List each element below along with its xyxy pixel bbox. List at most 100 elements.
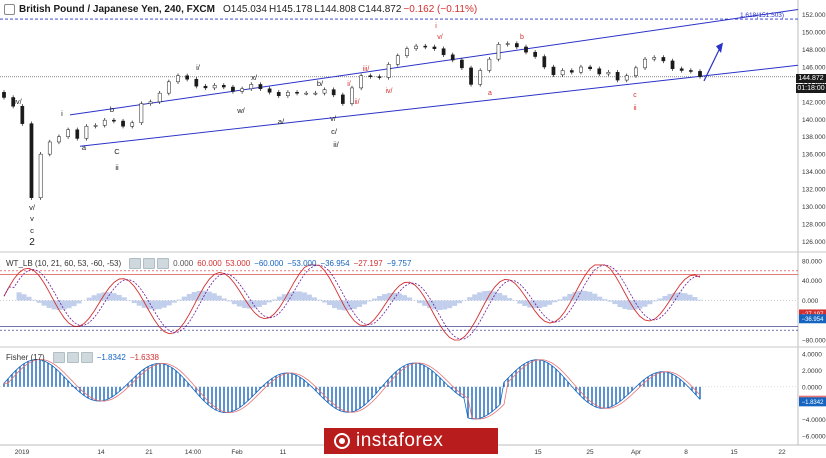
fib-label: 1.618(151.503) bbox=[740, 12, 784, 19]
indicator2-tools[interactable] bbox=[52, 352, 93, 363]
wave-label-black: C bbox=[114, 147, 120, 156]
candle-body bbox=[75, 129, 80, 139]
wave-label-black: c/ bbox=[331, 127, 338, 136]
ind1-histogram-bar bbox=[477, 292, 483, 301]
candle-body bbox=[368, 75, 373, 77]
ind1-histogram-bar bbox=[467, 297, 473, 301]
wave-label-red: b bbox=[520, 34, 524, 41]
ind1-histogram-bar bbox=[377, 295, 383, 301]
ind1-histogram-bar bbox=[517, 300, 523, 304]
ind1-axis-label: 80.000 bbox=[802, 258, 822, 265]
candle-body bbox=[249, 84, 254, 90]
ind1-histogram-bar bbox=[602, 299, 608, 301]
ind1-histogram-bar bbox=[116, 294, 122, 301]
candle-body bbox=[551, 66, 556, 76]
chart-header: British Pound / Japanese Yen, 240, FXCM … bbox=[4, 0, 477, 18]
ind1-histogram-bar bbox=[607, 300, 613, 302]
ind1-histogram-bar bbox=[31, 299, 37, 301]
ind1-histogram-bar bbox=[311, 297, 317, 301]
symbol-title[interactable]: British Pound / Japanese Yen, 240, FXCM bbox=[19, 4, 215, 15]
ind1-histogram-bar bbox=[121, 297, 127, 301]
wave-label-red: ii/ bbox=[354, 99, 359, 106]
ind1-histogram-bar bbox=[106, 292, 112, 301]
candle-body bbox=[322, 89, 327, 94]
ind1-histogram-bar bbox=[296, 291, 302, 301]
ind1-histogram-bar bbox=[251, 300, 257, 309]
candle-body bbox=[634, 67, 638, 76]
ind1-v1: 60.000 bbox=[197, 259, 222, 268]
candle-body bbox=[560, 70, 565, 76]
time-tick-label: 21 bbox=[145, 449, 153, 456]
ind1-histogram-bar bbox=[166, 300, 172, 306]
wave-label-black: v/ bbox=[330, 114, 337, 123]
ind1-histogram-bar bbox=[56, 300, 62, 311]
eye-icon bbox=[52, 352, 65, 363]
candle-body bbox=[29, 123, 34, 198]
ind1-v7: −9.757 bbox=[386, 259, 412, 268]
ind1-histogram-bar bbox=[482, 291, 488, 301]
wave-label-black: 2 bbox=[29, 237, 35, 248]
ind1-histogram-bar bbox=[597, 296, 603, 301]
ind1-histogram-bar bbox=[66, 300, 72, 309]
ind1-histogram-bar bbox=[472, 294, 478, 301]
candle-body bbox=[597, 68, 602, 75]
ind1-histogram-bar bbox=[36, 300, 42, 303]
indicator2-header: Fisher (17) −1.8342 −1.6338 bbox=[6, 352, 159, 363]
ind1-histogram-bar bbox=[582, 290, 588, 301]
ind1-histogram-bar bbox=[432, 300, 438, 310]
ind1-histogram-bar bbox=[417, 300, 423, 304]
ind1-v6: −27.197 bbox=[353, 259, 383, 268]
symbol-toggle-icon[interactable] bbox=[4, 3, 15, 15]
candle-body bbox=[157, 92, 162, 103]
price-tick-label: 146.000 bbox=[802, 65, 826, 72]
settings-icon bbox=[143, 258, 156, 269]
wave-label-red: a bbox=[488, 90, 492, 97]
price-tick-label: 150.000 bbox=[802, 30, 826, 37]
candle-body bbox=[66, 129, 70, 137]
candle-body bbox=[514, 43, 519, 48]
ind1-histogram-bar bbox=[542, 300, 548, 307]
indicator2-name[interactable]: Fisher (17) bbox=[6, 353, 45, 362]
candle-body bbox=[20, 105, 25, 124]
time-tick-label: 15 bbox=[534, 449, 542, 456]
wave-label-black: ii/ bbox=[333, 140, 339, 149]
ind2-axis-label: −6.0000 bbox=[802, 433, 826, 440]
ind1-v3: −60.000 bbox=[254, 259, 284, 268]
ind1-histogram-bar bbox=[537, 300, 543, 308]
wave-label-red: iv/ bbox=[386, 88, 393, 95]
candle-body bbox=[240, 88, 244, 92]
ind1-histogram-bar bbox=[21, 294, 27, 301]
time-tick-label: 14:00 bbox=[185, 449, 202, 456]
wave-label-black: c bbox=[30, 226, 34, 235]
price-tick-label: 132.000 bbox=[802, 187, 826, 194]
ind2-axis-label: 2.0000 bbox=[802, 368, 822, 375]
ind1-histogram-bar bbox=[642, 300, 648, 307]
indicator1-name[interactable]: WT_LB (10, 21, 60, 53, -60, -53) bbox=[6, 259, 121, 268]
ind1-histogram-bar bbox=[26, 296, 32, 301]
ind1-histogram-bar bbox=[266, 300, 272, 303]
ind1-histogram-bar bbox=[457, 300, 463, 304]
candle-body bbox=[176, 75, 180, 83]
high-value: H145.178 bbox=[268, 3, 313, 15]
ind1-histogram-bar bbox=[131, 300, 137, 304]
ind1-histogram-bar bbox=[547, 300, 553, 305]
ind1-histogram-bar bbox=[231, 300, 237, 305]
candle-body bbox=[203, 85, 208, 89]
ind1-histogram-bar bbox=[677, 292, 683, 301]
ind1-histogram-bar bbox=[101, 292, 107, 301]
candle-body bbox=[340, 94, 345, 104]
wave-label-red: i/ bbox=[347, 81, 351, 88]
price-tick-label: 126.000 bbox=[802, 239, 826, 246]
wave-label-black: ii bbox=[115, 163, 119, 172]
candle-body bbox=[661, 57, 666, 62]
ind1-histogram-bar bbox=[156, 300, 162, 310]
candle-body bbox=[2, 92, 6, 98]
logo-ring-icon bbox=[334, 433, 350, 449]
chart-canvas[interactable]: 152.000150.000148.000146.000144.000142.0… bbox=[0, 0, 826, 458]
ind2-axis-label: 4.0000 bbox=[802, 352, 822, 359]
candle-body bbox=[386, 64, 391, 78]
candle-body bbox=[405, 48, 409, 56]
ind1-histogram-bar bbox=[557, 299, 563, 301]
wave-label-black: v/ bbox=[29, 203, 36, 212]
indicator1-tools[interactable] bbox=[129, 258, 170, 269]
